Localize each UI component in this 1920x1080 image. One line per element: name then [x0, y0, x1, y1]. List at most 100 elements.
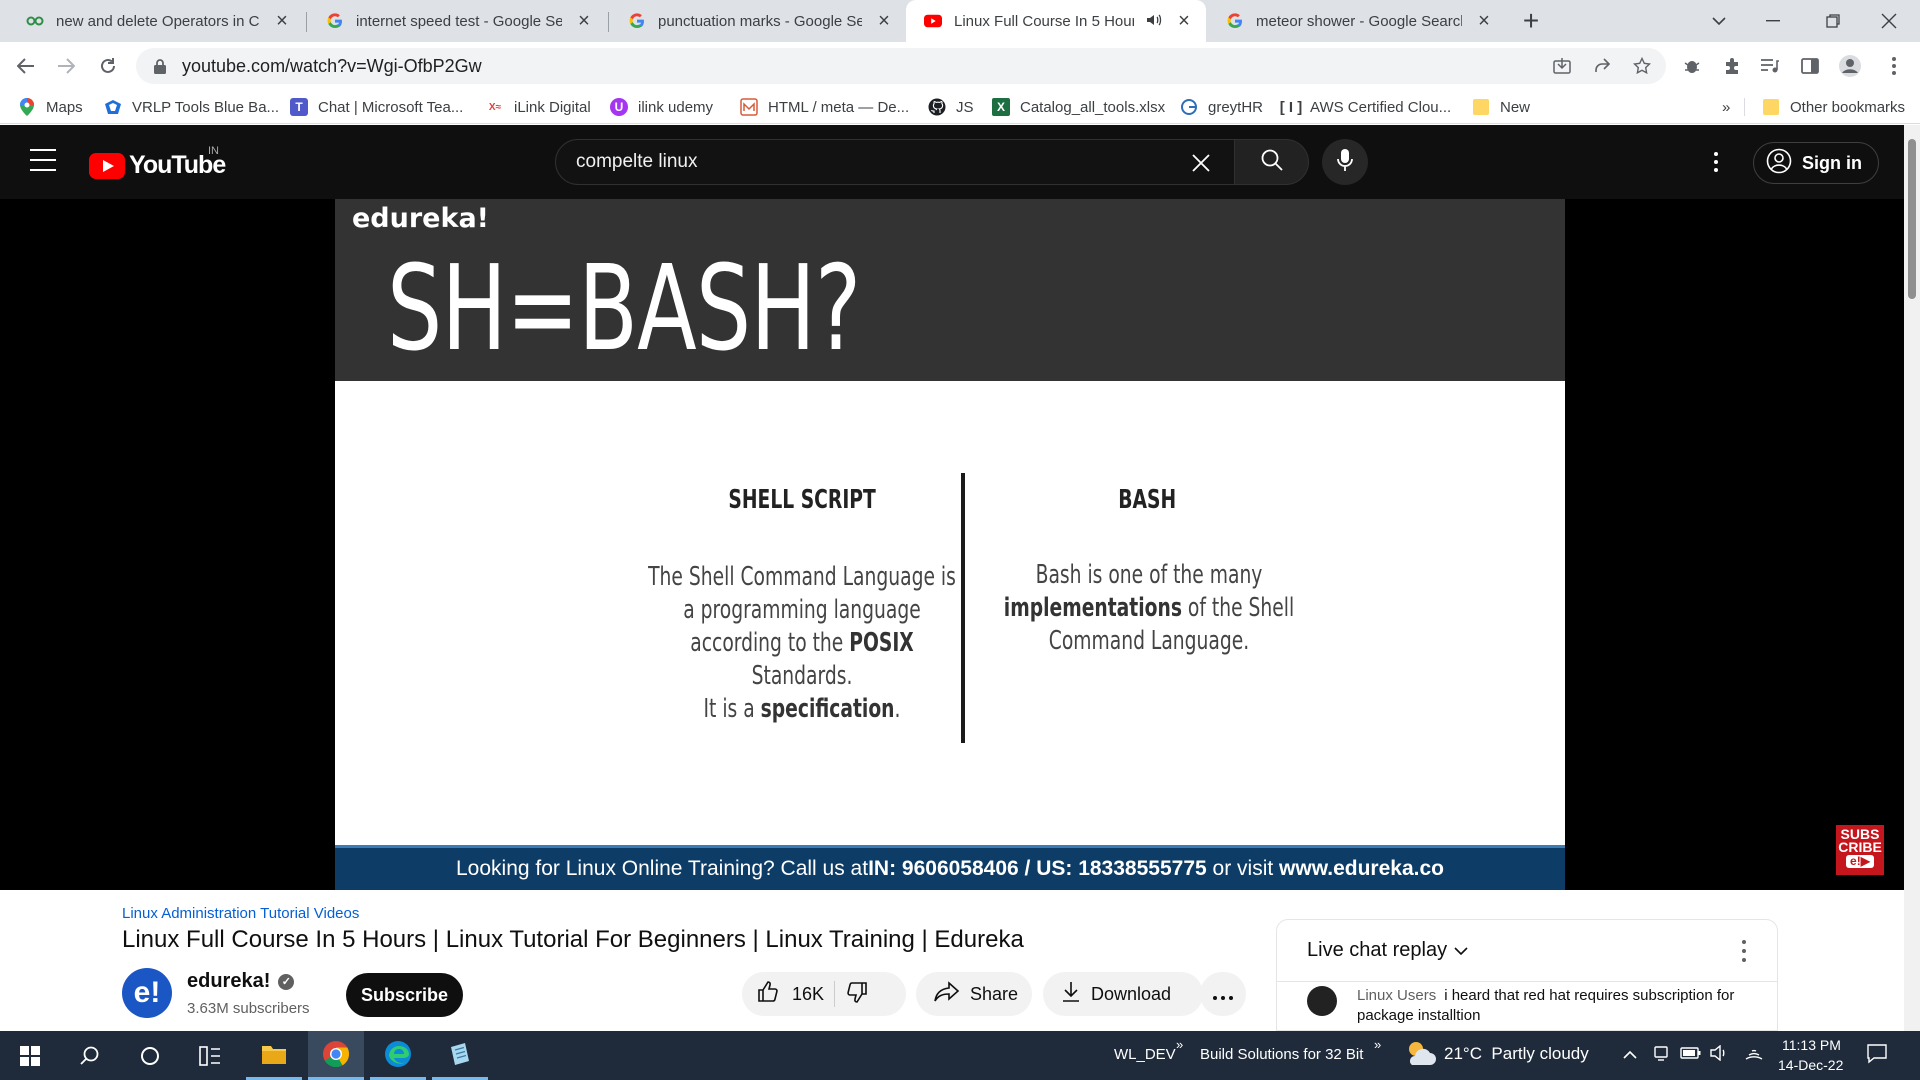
toolbar-build-solutions[interactable]: Build Solutions for 32 Bit: [1200, 1046, 1363, 1063]
subscribe-watermark[interactable]: SUBS CRIBE e!▶: [1836, 825, 1884, 875]
restore-button[interactable]: [1802, 0, 1864, 42]
toolbar-wl-dev[interactable]: WL_DEV: [1114, 1046, 1176, 1063]
edge-icon[interactable]: [370, 1031, 426, 1080]
clock-time[interactable]: 11:13 PM: [1782, 1037, 1841, 1053]
chevron-double-icon[interactable]: »: [1176, 1037, 1183, 1052]
channel-name[interactable]: edureka!: [187, 970, 270, 993]
windows-start-icon[interactable]: [2, 1031, 58, 1080]
channel-name-row[interactable]: edureka! ✓: [187, 970, 295, 993]
tab-meteor-shower[interactable]: meteor shower - Google Search ×: [1208, 0, 1506, 42]
back-icon[interactable]: [12, 52, 40, 80]
chat-more-icon[interactable]: [1741, 940, 1747, 962]
like-button[interactable]: 16K: [756, 980, 824, 1009]
side-panel-icon[interactable]: [1796, 52, 1824, 80]
scrollbar-thumb[interactable]: [1908, 139, 1916, 299]
region-code: IN: [208, 145, 219, 157]
tab-speed-test[interactable]: internet speed test - Google Sear ×: [308, 0, 606, 42]
sign-in-button[interactable]: Sign in: [1753, 142, 1879, 184]
search-icon[interactable]: [62, 1031, 118, 1080]
tab-search-button[interactable]: [1688, 0, 1750, 42]
bookmark-maps[interactable]: Maps: [18, 96, 83, 118]
extension-bug-icon[interactable]: [1678, 52, 1706, 80]
speaker-icon[interactable]: [1146, 13, 1162, 30]
chevron-double-icon[interactable]: »: [1374, 1037, 1381, 1052]
playlist-link[interactable]: Linux Administration Tutorial Videos: [122, 905, 359, 922]
tab-punctuation[interactable]: punctuation marks - Google Sear ×: [610, 0, 906, 42]
ilink-icon: X≈: [488, 101, 502, 113]
right-line-2-bold: implementations: [1003, 593, 1182, 623]
bookmark-catalog-xlsx[interactable]: X Catalog_all_tools.xlsx: [992, 96, 1165, 118]
chat-author-avatar[interactable]: [1307, 986, 1337, 1016]
clear-search-icon[interactable]: [1188, 150, 1214, 176]
tab-linux-course[interactable]: Linux Full Course In 5 Hours ×: [906, 0, 1206, 42]
bookmark-vrlp[interactable]: VRLP Tools Blue Ba...: [104, 96, 279, 118]
notepad-app-icon[interactable]: [432, 1031, 488, 1080]
battery-icon[interactable]: [1680, 1045, 1702, 1066]
other-bookmarks[interactable]: Other bookmarks: [1762, 96, 1905, 118]
subscribe-button[interactable]: Subscribe: [346, 973, 463, 1017]
like-divider: [834, 981, 836, 1007]
close-window-button[interactable]: [1858, 0, 1920, 42]
chrome-menu-icon[interactable]: [1880, 52, 1908, 80]
share-button[interactable]: Share: [916, 972, 1032, 1016]
youtube-logo[interactable]: YouTube: [89, 151, 226, 180]
share-icon[interactable]: [1588, 52, 1616, 80]
close-icon[interactable]: ×: [272, 10, 292, 32]
clock-date[interactable]: 14-Dec-22: [1778, 1057, 1843, 1073]
chrome-taskbar-icon[interactable]: [308, 1031, 364, 1080]
volume-icon[interactable]: [1710, 1044, 1730, 1066]
bookmark-label: greytHR: [1208, 98, 1264, 116]
video-player[interactable]: edureka! SH=BASH? SHELL SCRIPT The Shell…: [0, 199, 1904, 890]
teams-icon: T: [290, 98, 308, 116]
weather-widget[interactable]: 21°C Partly cloudy: [1444, 1044, 1589, 1064]
media-control-icon[interactable]: [1756, 52, 1784, 80]
search-button[interactable]: [1235, 139, 1309, 185]
menu-hamburger-icon[interactable]: [30, 149, 56, 171]
bookmark-folder-new[interactable]: New: [1472, 96, 1530, 118]
close-icon[interactable]: ×: [1474, 10, 1494, 32]
bookmark-ilink-digital[interactable]: X≈ iLink Digital: [486, 96, 591, 118]
bookmark-label: AWS Certified Clou...: [1310, 98, 1452, 116]
microphone-icon: [1337, 148, 1353, 176]
address-bar[interactable]: youtube.com/watch?v=Wgi-OfbP2Gw: [136, 48, 1666, 84]
live-chat-header[interactable]: Live chat replay: [1277, 920, 1777, 982]
file-explorer-icon[interactable]: [246, 1031, 302, 1080]
close-icon[interactable]: ×: [874, 10, 894, 32]
new-tab-button[interactable]: +: [1516, 5, 1546, 36]
extensions-puzzle-icon[interactable]: [1718, 52, 1746, 80]
download-button[interactable]: Download: [1043, 972, 1203, 1016]
profile-avatar-icon[interactable]: [1836, 52, 1864, 80]
dislike-button[interactable]: [845, 980, 869, 1009]
channel-avatar[interactable]: e!: [122, 968, 172, 1018]
close-icon[interactable]: ×: [1174, 10, 1194, 32]
bookmark-mdn[interactable]: HTML / meta — De...: [740, 96, 909, 118]
reload-icon[interactable]: [94, 52, 122, 80]
settings-more-icon[interactable]: [1706, 149, 1726, 175]
device-icon[interactable]: [1652, 1045, 1670, 1068]
bookmarks-overflow-button[interactable]: »: [1722, 96, 1730, 118]
close-icon[interactable]: ×: [574, 10, 594, 32]
bookmark-star-icon[interactable]: [1628, 52, 1656, 80]
cortana-icon[interactable]: [122, 1031, 178, 1080]
bookmark-js[interactable]: JS: [928, 96, 974, 118]
page-scrollbar[interactable]: [1904, 125, 1920, 1031]
bookmark-ilink-udemy[interactable]: U ilink udemy: [610, 96, 713, 118]
bookmark-greythr[interactable]: greytHR: [1180, 96, 1263, 118]
search-input[interactable]: compelte linux: [555, 139, 1235, 185]
notifications-icon[interactable]: [1866, 1043, 1888, 1070]
more-actions-button[interactable]: [1200, 972, 1246, 1016]
tab-gfg[interactable]: new and delete Operators in C++ ×: [8, 0, 304, 42]
slide-footer: Looking for Linux Online Training? Call …: [335, 845, 1565, 890]
lock-icon[interactable]: [152, 58, 168, 74]
forward-icon[interactable]: [52, 52, 80, 80]
minimize-button[interactable]: [1742, 0, 1804, 42]
wifi-icon[interactable]: [1744, 1045, 1764, 1066]
chevron-up-icon[interactable]: [1622, 1045, 1638, 1065]
voice-search-button[interactable]: [1322, 139, 1368, 185]
bookmark-teams[interactable]: T Chat | Microsoft Tea...: [290, 96, 463, 118]
bookmark-aws[interactable]: [ I ] AWS Certified Clou...: [1280, 96, 1452, 118]
weather-cloud-sun-icon[interactable]: [1404, 1039, 1436, 1074]
task-view-icon[interactable]: [182, 1031, 238, 1080]
install-app-icon[interactable]: [1548, 52, 1576, 80]
live-chat-title: Live chat replay: [1307, 939, 1448, 961]
